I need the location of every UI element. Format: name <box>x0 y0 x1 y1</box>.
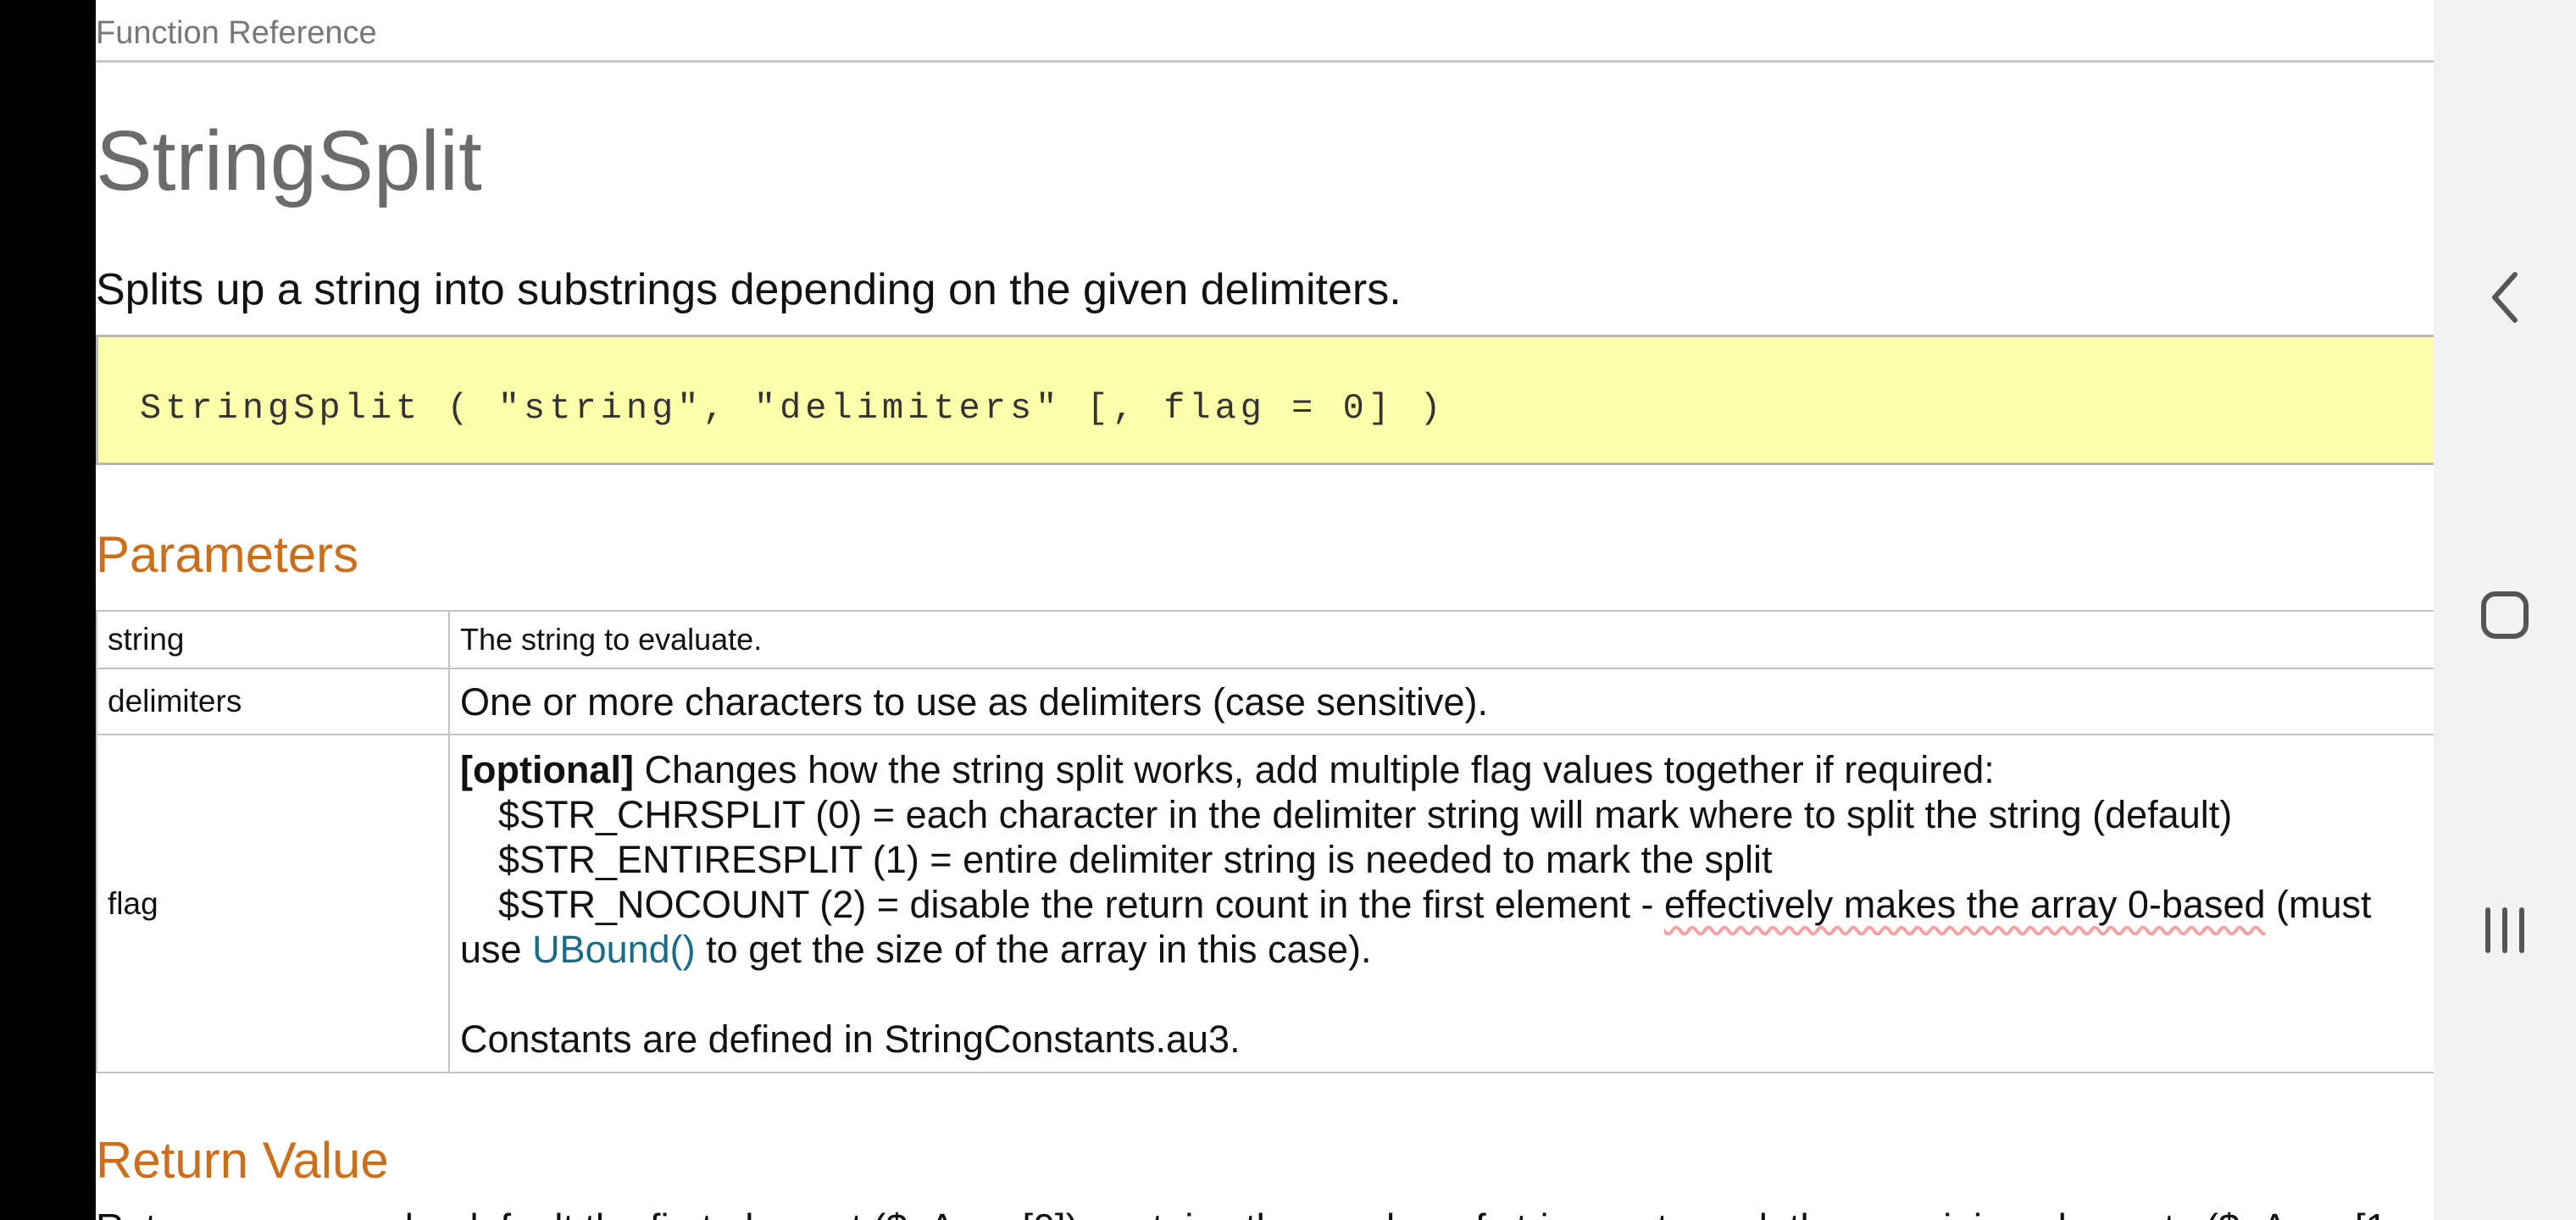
param-name: delimiters <box>96 668 450 735</box>
syntax-code: StringSplit ( "string", "delimiters" [, … <box>140 388 1446 429</box>
ubound-link[interactable]: UBound() <box>532 928 696 971</box>
optional-tag: [optional] <box>460 748 634 791</box>
recent-apps-icon <box>2485 907 2524 953</box>
back-icon <box>2492 272 2518 323</box>
recent-apps-button[interactable] <box>2434 905 2576 956</box>
flag-intro-text: Changes how the string split works, add … <box>633 748 1995 791</box>
continuation-text: use <box>460 928 533 971</box>
page-title: StringSplit <box>96 114 482 208</box>
return-value-text: Returns an array, by default the first e… <box>96 1205 2387 1220</box>
return-value-heading: Return Value <box>96 1132 389 1189</box>
breadcrumb[interactable]: Function Reference <box>96 15 377 52</box>
nocount-tail: (must <box>2265 883 2372 926</box>
android-navigation-bar <box>2434 0 2576 1220</box>
home-button[interactable] <box>2434 590 2576 640</box>
parameters-heading: Parameters <box>96 526 359 583</box>
param-description: [optional] Changes how the string split … <box>448 734 2434 1073</box>
nocount-text: $STR_NOCOUNT (2) = disable the return co… <box>498 883 1664 926</box>
flag-intro: [optional] Changes how the string split … <box>460 747 2434 792</box>
home-icon <box>2481 591 2529 639</box>
table-row: flag [optional] Changes how the string s… <box>96 734 2434 1073</box>
continuation-text: to get the size of the array in this cas… <box>695 928 1372 971</box>
syntax-box: StringSplit ( "string", "delimiters" [, … <box>96 335 2434 465</box>
flag-option: $STR_CHRSPLIT (0) = each character in th… <box>498 793 2233 836</box>
constants-note: Constants are defined in StringConstants… <box>460 1018 1241 1061</box>
flag-option: $STR_NOCOUNT (2) = disable the return co… <box>460 882 2434 927</box>
param-name: string <box>96 610 450 669</box>
param-description: One or more characters to use as delimit… <box>448 668 2434 735</box>
table-row: delimiters One or more characters to use… <box>96 668 2434 735</box>
parameters-table: string The string to evaluate. delimiter… <box>96 610 2434 1073</box>
flag-continuation: use UBound() to get the size of the arra… <box>460 927 2434 972</box>
param-name: flag <box>96 734 450 1073</box>
flag-option: $STR_ENTIRESPLIT (1) = entire delimiter … <box>498 838 1773 881</box>
table-row: string The string to evaluate. <box>96 610 2434 669</box>
function-summary: Splits up a string into substrings depen… <box>96 265 1402 314</box>
spellcheck-underline: effectively makes the array 0-based <box>1663 883 2266 926</box>
back-button[interactable] <box>2434 268 2576 327</box>
breadcrumb-bar: Function Reference <box>96 0 2434 63</box>
param-description: The string to evaluate. <box>448 610 2434 669</box>
help-page: Function Reference StringSplit Splits up… <box>96 0 2434 1220</box>
